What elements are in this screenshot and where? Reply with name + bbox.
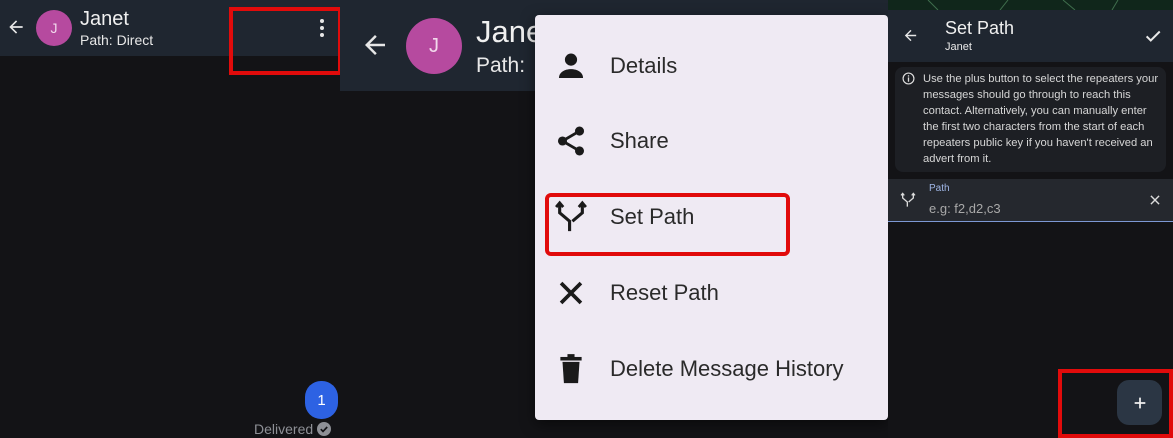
contact-name: Janet xyxy=(80,8,129,30)
menu-item-details[interactable]: Details xyxy=(535,36,888,96)
highlight-more-options xyxy=(229,7,340,75)
path-status: Path: xyxy=(476,54,526,77)
check-icon[interactable] xyxy=(1144,27,1162,45)
person-icon xyxy=(558,53,584,79)
avatar-initial: J xyxy=(429,34,439,57)
set-path-app-bar: Set Path Janet xyxy=(888,0,1173,62)
path-status: Path: Direct xyxy=(80,32,154,48)
back-arrow-icon[interactable] xyxy=(902,27,919,44)
menu-item-label: Details xyxy=(610,53,678,78)
message-text: 1 xyxy=(317,391,326,409)
menu-screen-panel: J Jane Path: Details Share Set Path Rese… xyxy=(340,0,888,438)
highlight-add-button xyxy=(1058,369,1173,438)
page-title: Set Path xyxy=(945,18,1015,38)
avatar[interactable]: J xyxy=(406,18,462,74)
background-map-strip xyxy=(888,0,1173,10)
close-icon xyxy=(559,281,583,305)
highlight-set-path xyxy=(545,193,790,256)
info-card: Use the plus button to select the repeat… xyxy=(895,67,1166,172)
page-subtitle: Janet xyxy=(945,41,972,53)
path-input[interactable] xyxy=(929,199,1129,217)
menu-item-label: Share xyxy=(610,128,669,153)
menu-item-share[interactable]: Share xyxy=(535,111,888,171)
menu-item-label: Reset Path xyxy=(610,280,719,305)
menu-item-reset-path[interactable]: Reset Path xyxy=(535,263,888,323)
avatar[interactable]: J xyxy=(36,10,72,46)
trash-icon xyxy=(560,354,582,384)
share-icon xyxy=(557,126,585,156)
set-path-screen-panel: Set Path Janet Use the plus button to se… xyxy=(888,0,1173,438)
path-field[interactable]: Path xyxy=(888,179,1173,222)
back-arrow-icon[interactable] xyxy=(6,17,26,37)
menu-item-delete-history[interactable]: Delete Message History xyxy=(535,339,888,399)
message-bubble[interactable]: 1 xyxy=(305,381,338,419)
check-circle-icon xyxy=(317,422,332,436)
menu-item-label: Delete Message History xyxy=(610,356,844,381)
contact-name: Jane xyxy=(476,14,544,49)
message-status: Delivered xyxy=(254,421,332,437)
info-icon xyxy=(902,72,915,85)
avatar-initial: J xyxy=(50,20,58,36)
clear-icon[interactable] xyxy=(1148,193,1162,207)
delivered-label: Delivered xyxy=(254,421,314,437)
screenshot-composite: J Janet Path: Direct 1 Delivered J Jane … xyxy=(0,0,1173,438)
fork-icon xyxy=(900,192,916,207)
info-text: Use the plus button to select the repeat… xyxy=(923,73,1159,165)
chat-screen-panel: J Janet Path: Direct 1 Delivered xyxy=(0,0,340,438)
back-arrow-icon[interactable] xyxy=(360,30,390,60)
path-field-label: Path xyxy=(929,183,950,194)
